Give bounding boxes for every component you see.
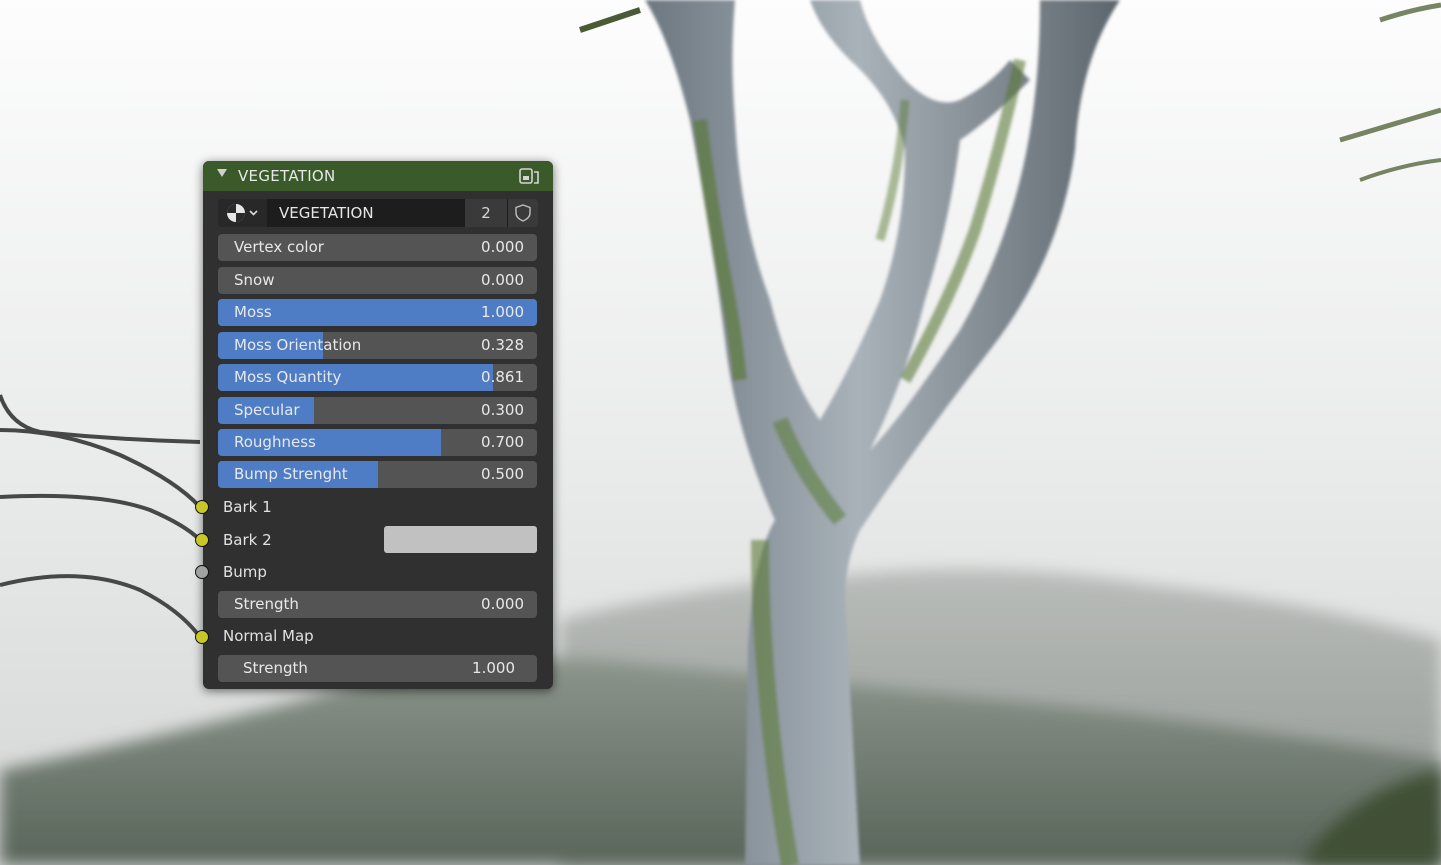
shield-icon: [515, 204, 531, 222]
input-vertex-color[interactable]: Vertex color 0.000: [218, 234, 537, 261]
input-specular[interactable]: Specular 0.300: [218, 397, 537, 424]
input-value: 0.000: [481, 238, 524, 256]
input-bark-2-label: Bark 2: [223, 531, 272, 549]
input-label: Vertex color: [234, 238, 324, 256]
normal-map-socket[interactable]: [195, 630, 209, 644]
input-value: 1.000: [481, 303, 524, 321]
input-label: Roughness: [234, 433, 316, 451]
input-value: 0.500: [481, 465, 524, 483]
input-moss-quantity[interactable]: Moss Quantity 0.861: [218, 364, 537, 391]
input-normal-map-label: Normal Map: [223, 627, 314, 645]
material-sphere-icon: [227, 204, 258, 222]
bump-socket[interactable]: [195, 565, 209, 579]
node-header[interactable]: VEGETATION: [203, 161, 553, 191]
input-label: Strength: [234, 595, 299, 613]
node-group-name[interactable]: VEGETATION: [279, 204, 374, 222]
node-tree-browse-button[interactable]: [218, 199, 267, 227]
input-label: Moss Orientation: [234, 336, 362, 354]
node-group-selector[interactable]: VEGETATION 2: [218, 199, 538, 227]
input-value: 1.000: [472, 659, 515, 677]
input-snow[interactable]: Snow 0.000: [218, 267, 537, 294]
vegetation-node[interactable]: VEGETATION VEGETATION 2 Vertex color 0.0…: [195, 161, 553, 689]
node-group-icon[interactable]: [518, 167, 542, 187]
input-label: Moss: [234, 303, 272, 321]
collapse-arrow-icon[interactable]: [217, 169, 227, 177]
input-label: Strength: [243, 659, 308, 677]
input-bump-strenght[interactable]: Bump Strenght 0.500: [218, 461, 537, 488]
input-label: Snow: [234, 271, 275, 289]
fake-user-button[interactable]: [508, 199, 538, 227]
input-bark-1-label: Bark 1: [223, 498, 272, 516]
input-label: Bump Strenght: [234, 465, 348, 483]
input-roughness[interactable]: Roughness 0.700: [218, 429, 537, 456]
bark-1-socket[interactable]: [195, 500, 209, 514]
input-bump-strength[interactable]: Strength 0.000: [218, 591, 537, 618]
input-label: Specular: [234, 401, 300, 419]
input-normal-strength[interactable]: Strength 1.000: [218, 655, 537, 682]
input-moss[interactable]: Moss 1.000: [218, 299, 537, 326]
input-label: Moss Quantity: [234, 368, 342, 386]
input-value: 0.000: [481, 271, 524, 289]
bark-2-color-field[interactable]: [384, 526, 537, 553]
input-value: 0.700: [481, 433, 524, 451]
users-count[interactable]: 2: [465, 199, 507, 227]
bark-2-socket[interactable]: [195, 533, 209, 547]
input-value: 0.328: [481, 336, 524, 354]
node-title: VEGETATION: [238, 167, 336, 185]
input-value: 0.300: [481, 401, 524, 419]
input-value: 0.000: [481, 595, 524, 613]
input-moss-orientation[interactable]: Moss Orientation 0.328: [218, 332, 537, 359]
input-value: 0.861: [481, 368, 524, 386]
input-bump-label: Bump: [223, 563, 267, 581]
